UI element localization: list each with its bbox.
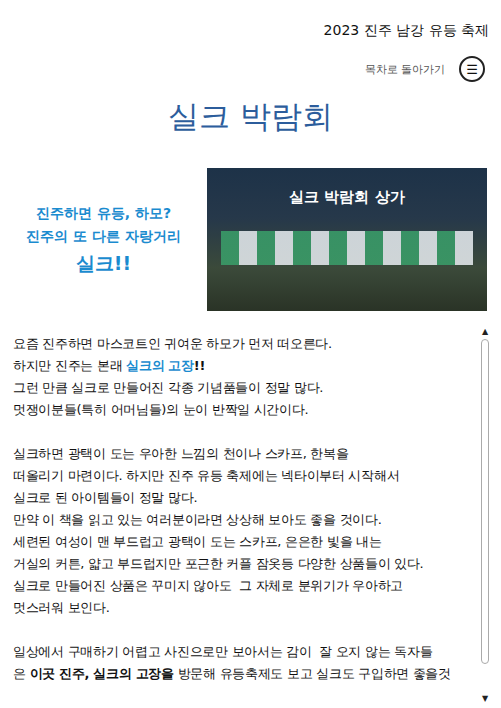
- text-segment: 거실의 커튼, 얇고 부드럽지만 포근한 커플 잠옷등 다양한 상품들이 있다.: [13, 556, 423, 571]
- text-line: 실크하면 광택이 도는 우아한 느낌의 천이나 스카프, 한복을: [13, 443, 475, 465]
- nav-bar: 목차로 돌아가기 ☰: [0, 40, 501, 82]
- photo-caption: 실크 박람회 상가: [289, 188, 404, 207]
- paragraph: 실크하면 광택이 도는 우아한 느낌의 천이나 스카프, 한복을떠올리기 마련이…: [13, 443, 475, 619]
- text-segment: 방문해 유등축제도 보고 실크도 구입하면 좋을것: [174, 666, 451, 681]
- text-segment: 실크로 만들어진 상품은 꾸미지 않아도 그 자체로 분위기가 우아하고: [13, 578, 403, 593]
- back-to-contents-link[interactable]: 목차로 돌아가기: [365, 62, 446, 77]
- paragraph: 일상에서 구매하기 어렵고 사진으로만 보아서는 감이 잘 오지 않는 독자들은…: [13, 641, 475, 685]
- scroll-down-icon[interactable]: ▼: [482, 694, 488, 704]
- text-line: 떠올리기 마련이다. 하지만 진주 유등 축제에는 넥타이부터 시작해서: [13, 465, 475, 487]
- text-segment: 세련된 여성이 맨 부드럽고 광택이 도는 스카프, 은은한 빛을 내는: [13, 534, 382, 549]
- text-line: 하지만 진주는 본래 실크의 고장!!: [13, 355, 475, 377]
- intro-line: 진주하면 유등, 하모?: [36, 202, 171, 225]
- text-line: 실크로 된 아이템들이 정말 많다.: [13, 487, 475, 509]
- text-panel: 요즘 진주하면 마스코트인 귀여운 하모가 먼저 떠오른다. 하지만 진주는 본래…: [0, 327, 501, 708]
- text-segment: 실크하면 광택이 도는 우아한 느낌의 천이나 스카프, 한복을: [13, 446, 348, 461]
- intro-emphasis: 실크!!: [76, 248, 131, 278]
- text-line: 만약 이 책을 읽고 있는 여러분이라면 상상해 보아도 좋을 것이다.: [13, 509, 475, 531]
- page-title: 실크 박람회: [0, 96, 501, 138]
- text-line: 멋스러워 보인다.: [13, 597, 475, 619]
- scrollbar[interactable]: ▲▼: [479, 327, 491, 704]
- hero-row: 진주하면 유등, 하모?진주의 또 다른 자랑거리실크!! 실크 박람회 상가: [0, 168, 501, 311]
- text-segment: 요즘 진주하면 마스코트인 귀여운 하모가 먼저 떠오른다.: [13, 336, 332, 351]
- text-segment: 하지만 진주는 본래: [13, 358, 126, 373]
- text-line: 세련된 여성이 맨 부드럽고 광택이 도는 스카프, 은은한 빛을 내는: [13, 531, 475, 553]
- book-title: 2023 진주 남강 유등 축제: [324, 22, 489, 40]
- text-segment: 실크의 고장: [126, 358, 194, 373]
- body-text: 요즘 진주하면 마스코트인 귀여운 하모가 먼저 떠오른다. 하지만 진주는 본래…: [0, 327, 475, 708]
- text-segment: 은: [13, 666, 30, 681]
- page: 2023 진주 남강 유등 축제목차로 돌아가기 ☰ 실크 박람회진주하면 유등, …: [0, 0, 501, 708]
- intro-text: 진주하면 유등, 하모?진주의 또 다른 자랑거리실크!!: [0, 168, 207, 311]
- paragraph: 요즘 진주하면 마스코트인 귀여운 하모가 먼저 떠오른다. 하지만 진주는 본래…: [13, 333, 475, 421]
- text-line: 실크로 만들어진 상품은 꾸미지 않아도 그 자체로 분위기가 우아하고: [13, 575, 475, 597]
- text-segment: 만약 이 책을 읽고 있는 여러분이라면 상상해 보아도 좋을 것이다.: [13, 512, 382, 527]
- text-line: 요즘 진주하면 마스코트인 귀여운 하모가 먼저 떠오른다.: [13, 333, 475, 355]
- scroll-up-icon[interactable]: ▲: [482, 327, 488, 337]
- text-segment: 실크로 된 아이템들이 정말 많다.: [13, 490, 197, 505]
- expo-photo: 실크 박람회 상가: [207, 168, 487, 311]
- text-line: 그런 만큼 실크로 만들어진 각종 기념품들이 정말 많다.: [13, 377, 475, 399]
- text-segment: 떠올리기 마련이다. 하지만 진주 유등 축제에는 넥타이부터 시작해서: [13, 468, 399, 483]
- text-line: 일상에서 구매하기 어렵고 사진으로만 보아서는 감이 잘 오지 않는 독자들: [13, 641, 475, 663]
- text-line: 거실의 커튼, 얇고 부드럽지만 포근한 커플 잠옷등 다양한 상품들이 있다.: [13, 553, 475, 575]
- text-segment: 멋쟁이분들(특히 어머님들)의 눈이 반짝일 시간이다.: [13, 402, 308, 417]
- menu-icon[interactable]: ☰: [459, 56, 485, 82]
- text-segment: !!: [194, 358, 205, 373]
- text-segment: 멋스러워 보인다.: [13, 600, 110, 615]
- scroll-track[interactable]: [480, 337, 490, 694]
- text-segment: 일상에서 구매하기 어렵고 사진으로만 보아서는 감이 잘 오지 않는 독자들: [13, 644, 432, 659]
- text-line: 멋쟁이분들(특히 어머님들)의 눈이 반짝일 시간이다.: [13, 399, 475, 421]
- book-header: 2023 진주 남강 유등 축제: [0, 0, 501, 40]
- tents-shape: [221, 231, 473, 265]
- text-line: 은 이곳 진주, 실크의 고장을 방문해 유등축제도 보고 실크도 구입하면 좋…: [13, 663, 475, 685]
- text-segment: 그런 만큼 실크로 만들어진 각종 기념품들이 정말 많다.: [13, 380, 323, 395]
- intro-line: 진주의 또 다른 자랑거리: [26, 225, 181, 248]
- text-segment: 이곳 진주, 실크의 고장을: [30, 666, 174, 681]
- scroll-thumb[interactable]: [481, 339, 489, 664]
